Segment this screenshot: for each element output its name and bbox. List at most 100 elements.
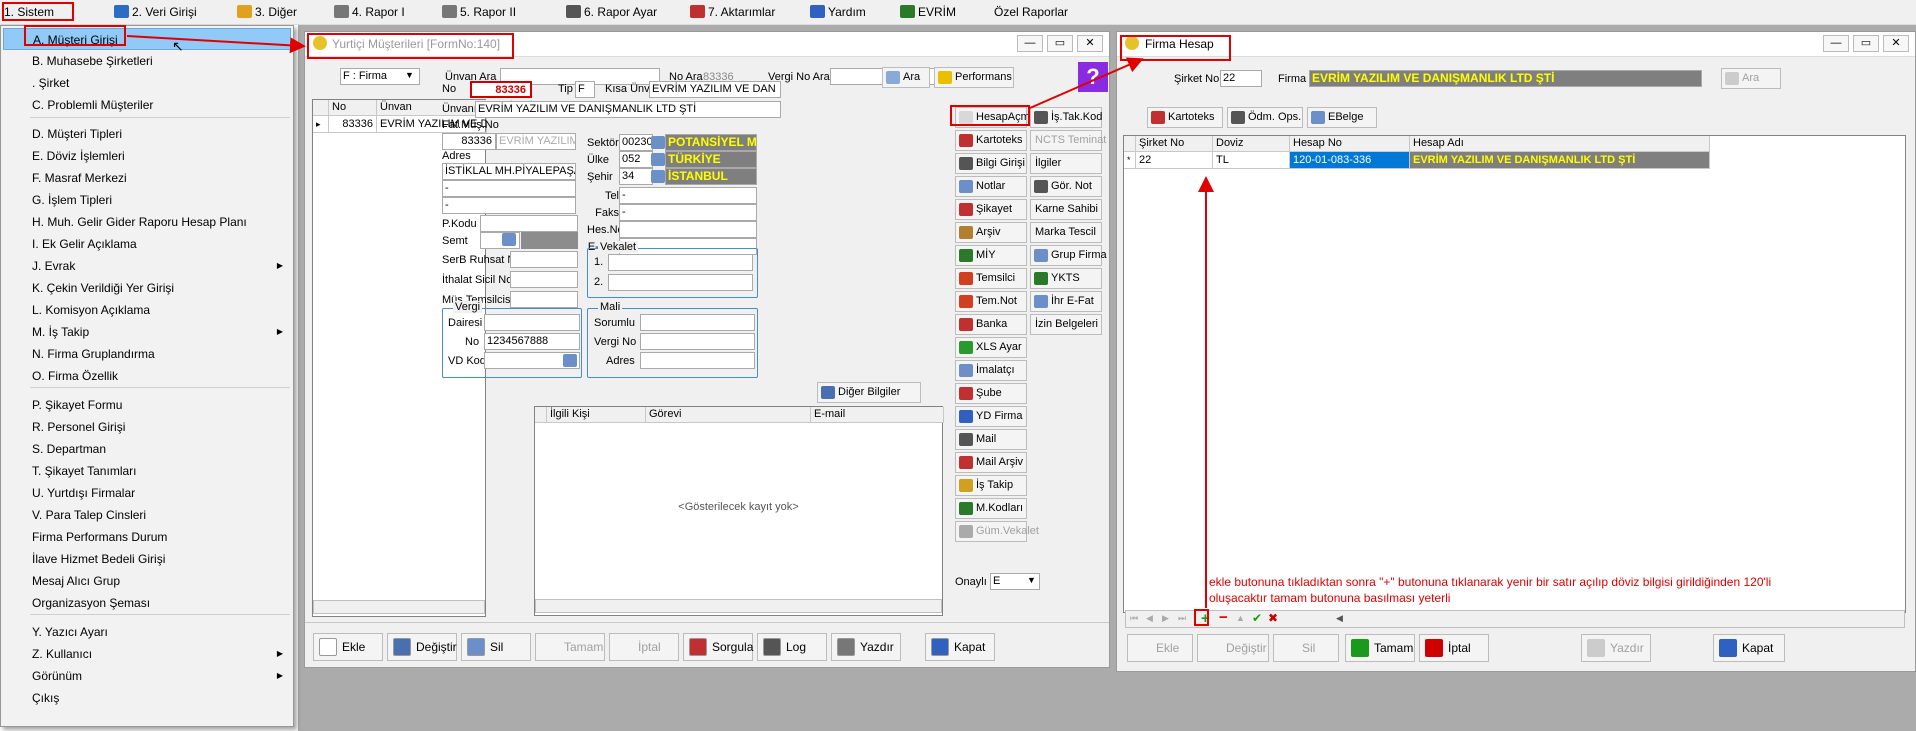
side-button-6[interactable]: Arşiv (955, 222, 1027, 243)
pkodu-field[interactable] (480, 215, 578, 232)
menu-item-label[interactable]: İlave Hizmet Bedeli Girişi (32, 552, 165, 566)
menu-item-26[interactable]: Organizasyon Şeması (3, 592, 291, 614)
side-button-18[interactable]: M.Kodları (955, 498, 1027, 519)
menu-item-label[interactable]: G. İşlem Tipleri (32, 193, 112, 207)
side-button-b-5[interactable]: Karne Sahibi (1030, 199, 1102, 220)
fh-bottom-button-5[interactable]: İptal (1419, 634, 1489, 662)
menu-item-3[interactable]: . Şirket (3, 72, 291, 94)
help-icon[interactable]: ? (1078, 62, 1108, 92)
ara-button[interactable]: Ara (882, 67, 930, 88)
side-button-19[interactable]: Güm.Vekalet (955, 521, 1039, 542)
side-button-3[interactable]: Bilgi Girişi (955, 153, 1027, 174)
menu-item-label[interactable]: B. Muhasebe Şirketleri (32, 54, 153, 68)
fh-bottom-button-4[interactable]: Tamam (1345, 634, 1415, 662)
maximize-icon[interactable]: ▭ (1853, 35, 1879, 52)
maximize-icon[interactable]: ▭ (1047, 35, 1073, 52)
bottom-button-değiştir[interactable]: Değiştir (387, 633, 457, 661)
vekalet-1-field[interactable] (608, 254, 753, 271)
menu-item-18[interactable]: R. Personel Girişi (3, 416, 291, 438)
menu-item-13[interactable]: L. Komisyon Açıklama (3, 299, 291, 321)
menu-item-label[interactable]: I. Ek Gelir Açıklama (32, 237, 137, 251)
menu-8[interactable]: Yardım (810, 3, 866, 22)
menu-item-15[interactable]: N. Firma Gruplandırma (3, 343, 291, 365)
remove-row-icon[interactable]: − (1219, 609, 1228, 626)
side-button-4[interactable]: Notlar (955, 176, 1027, 197)
bottom-button-ekle[interactable]: Ekle (313, 633, 383, 661)
menu-label[interactable]: 7. Aktarımlar (708, 5, 775, 19)
menu-item-label[interactable]: . Şirket (32, 76, 69, 90)
adres-line-1[interactable]: İSTİKLAL MH.PİYALEPAŞA BUL (442, 163, 576, 180)
faks-field[interactable]: - (619, 204, 757, 221)
side-button-12[interactable]: İmalatçı (955, 360, 1027, 381)
sehir-code-field[interactable]: 34 (619, 168, 653, 185)
side-button-b-2[interactable]: NCTS Teminat (1030, 130, 1106, 151)
vergi-no-field[interactable]: 1234567888 (484, 333, 580, 350)
side-button-14[interactable]: YD Firma (955, 406, 1027, 427)
window-controls[interactable]: — ▭ ✕ (1819, 35, 1909, 52)
vergi-dairesi-field[interactable] (484, 314, 580, 331)
minimize-icon[interactable]: — (1017, 35, 1043, 52)
menu-3[interactable]: 3. Diğer (237, 3, 297, 22)
ulke-code-field[interactable]: 052 (619, 151, 653, 168)
side-button-8[interactable]: Temsilci (955, 268, 1027, 289)
menu-item-10[interactable]: I. Ek Gelir Açıklama (3, 233, 291, 255)
menu-item-9[interactable]: H. Muh. Gelir Gider Raporu Hesap Planı (3, 211, 291, 233)
menu-5[interactable]: 5. Rapor II (442, 3, 516, 22)
side-button-5[interactable]: Şikayet (955, 199, 1027, 220)
firma-hesap-button-3[interactable]: EBelge (1307, 107, 1377, 128)
menu-item-label[interactable]: M. İş Takip (32, 325, 89, 339)
menu-item-19[interactable]: S. Departman (3, 438, 291, 460)
ara-button[interactable]: Ara (1721, 68, 1781, 89)
cell-hesap-no[interactable]: 120-01-083-336 (1290, 152, 1410, 169)
mali-adres-field[interactable] (640, 352, 755, 369)
menu-item-label[interactable]: O. Firma Özellik (32, 369, 118, 383)
menu-label[interactable]: 3. Diğer (255, 5, 297, 19)
side-button-b-9[interactable]: İhr E-Fat (1030, 291, 1102, 312)
menu-item-23[interactable]: Firma Performans Durum (3, 526, 291, 548)
menu-2[interactable]: 2. Veri Girişi (114, 3, 197, 22)
bottom-button-sil[interactable]: Sil (461, 633, 531, 661)
menu-item-11[interactable]: J. Evrak ▶ (3, 255, 291, 277)
fh-bottom-button-6[interactable]: Yazdır (1581, 634, 1651, 662)
firma-field[interactable]: EVRİM YAZILIM VE DANIŞMANLIK LTD ŞTİ (1309, 70, 1702, 87)
lookup-icon[interactable] (651, 170, 665, 183)
menu-item-label[interactable]: Mesaj Alıcı Grup (32, 574, 120, 588)
side-button-11[interactable]: XLS Ayar (955, 337, 1027, 358)
side-button-16[interactable]: Mail Arşiv (955, 452, 1027, 473)
menu-item-label[interactable]: R. Personel Girişi (32, 420, 125, 434)
menu-9[interactable]: EVRİM (900, 3, 956, 22)
menu-label[interactable]: 5. Rapor II (460, 5, 516, 19)
menu-item-2[interactable]: B. Muhasebe Şirketleri (3, 50, 291, 72)
menu-label[interactable]: EVRİM (918, 5, 956, 19)
hesap-grid[interactable]: Şirket No Doviz Hesap No Hesap Adı * 22 TL 120-… (1123, 135, 1906, 613)
mustems-field[interactable] (510, 291, 578, 308)
menu-item-12[interactable]: K. Çekin Verildiği Yer Girişi (3, 277, 291, 299)
hesno-field[interactable] (619, 221, 757, 238)
bottom-button-sorgula[interactable]: Sorgula (683, 633, 753, 661)
bottom-button-log[interactable]: Log (757, 633, 827, 661)
nav-next-icon[interactable]: ▶ (1162, 613, 1169, 624)
lookup-icon[interactable] (651, 136, 665, 149)
side-button-7[interactable]: MİY (955, 245, 1027, 266)
cell-doviz[interactable]: TL (1213, 152, 1290, 169)
menu-item-8[interactable]: G. İşlem Tipleri (3, 189, 291, 211)
ulke-name-field[interactable]: TÜRKİYE (665, 151, 757, 168)
menu-item-label[interactable]: K. Çekin Verildiği Yer Girişi (32, 281, 174, 295)
menu-item-27[interactable]: Y. Yazıcı Ayarı (3, 621, 291, 643)
side-button-13[interactable]: Şube (955, 383, 1027, 404)
menu-item-20[interactable]: T. Şikayet Tanımları (3, 460, 291, 482)
menu-item-17[interactable]: P. Şikayet Formu (3, 394, 291, 416)
menu-item-label[interactable]: Çıkış (32, 691, 59, 705)
menu-7[interactable]: 7. Aktarımlar (690, 3, 775, 22)
menu-6[interactable]: 6. Rapor Ayar (566, 3, 657, 22)
fh-bottom-button-1[interactable]: Ekle (1127, 634, 1193, 662)
bottom-button-tamam[interactable]: Tamam (535, 633, 605, 661)
menu-label[interactable]: Özel Raporlar (994, 5, 1068, 19)
menu-item-5[interactable]: D. Müşteri Tipleri (3, 123, 291, 145)
menu-item-14[interactable]: M. İş Takip ▶ (3, 321, 291, 343)
fat-mus-no-field[interactable]: 83336 (442, 133, 496, 150)
serb-field[interactable] (510, 251, 578, 268)
contacts-hscroll[interactable] (535, 599, 942, 613)
side-button-b-10[interactable]: İzin Belgeleri (1030, 314, 1102, 335)
tel-field[interactable]: - (619, 187, 757, 204)
